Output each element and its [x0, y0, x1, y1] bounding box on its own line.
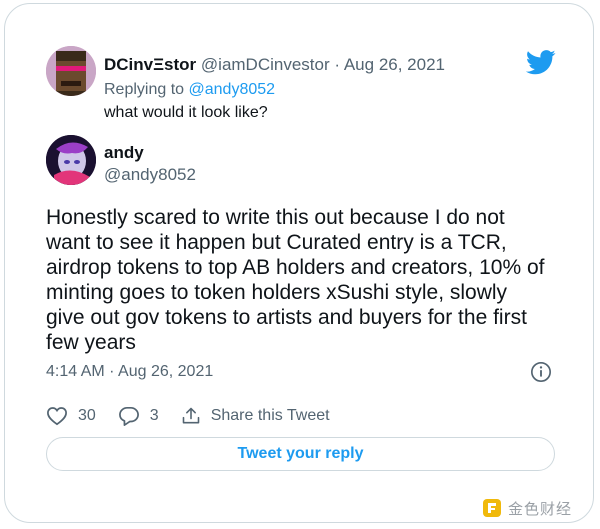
tweet-text-line: minting goes to token holders xSushi sty… [46, 281, 508, 304]
share-button[interactable]: Share this Tweet [181, 406, 330, 426]
twitter-bird-icon[interactable] [526, 50, 556, 75]
parent-date[interactable]: Aug 26, 2021 [344, 55, 445, 74]
parent-avatar[interactable] [46, 46, 96, 96]
tweet-text: Honestly scared to write this out becaus… [46, 205, 566, 355]
info-icon[interactable] [530, 361, 552, 383]
like-button[interactable]: 30 [46, 406, 96, 426]
parent-tweet-text: what would it look like? [104, 104, 268, 121]
like-count: 30 [78, 407, 96, 424]
tweet-text-line: airdrop tokens to top AB holders and cre… [46, 256, 545, 279]
author-avatar[interactable] [46, 135, 96, 185]
separator-dot: · [334, 55, 341, 74]
share-label: Share this Tweet [210, 407, 330, 424]
tweet-text-line: want to see it happen but Curated entry … [46, 231, 507, 254]
tweet-your-reply-button[interactable]: Tweet your reply [46, 437, 555, 471]
parent-handle[interactable]: @iamDCinvestor [201, 55, 330, 74]
reply-count: 3 [149, 407, 159, 424]
reply-bubble-icon [118, 406, 139, 426]
tweet-text-line: Honestly scared to write this out becaus… [46, 206, 505, 229]
watermark-text: 金色财经 [508, 500, 573, 518]
reply-action-button[interactable]: 3 [118, 406, 159, 426]
author-display-name[interactable]: andy [104, 143, 144, 163]
watermark: 金色财经 [482, 497, 572, 519]
replying-to-label: Replying to [104, 81, 185, 98]
share-icon [182, 407, 199, 424]
tweet-text-line: few years [46, 331, 136, 354]
action-bar: 30 3 Share this Tweet [46, 405, 330, 427]
replying-to: Replying to @andy8052 [104, 81, 275, 99]
watermark-logo-icon [483, 499, 501, 517]
heart-icon [47, 407, 67, 426]
tweet-timestamp[interactable]: 4:14 AM · Aug 26, 2021 [46, 363, 213, 381]
author-handle[interactable]: @andy8052 [104, 165, 196, 185]
parent-header: DCinvΞstor @iamDCinvestor · Aug 26, 2021 [104, 55, 445, 75]
tweet-text-line: give out gov tokens to artists and buyer… [46, 306, 527, 329]
parent-display-name[interactable]: DCinvΞstor [104, 55, 196, 74]
replying-to-handle[interactable]: @andy8052 [189, 81, 276, 98]
